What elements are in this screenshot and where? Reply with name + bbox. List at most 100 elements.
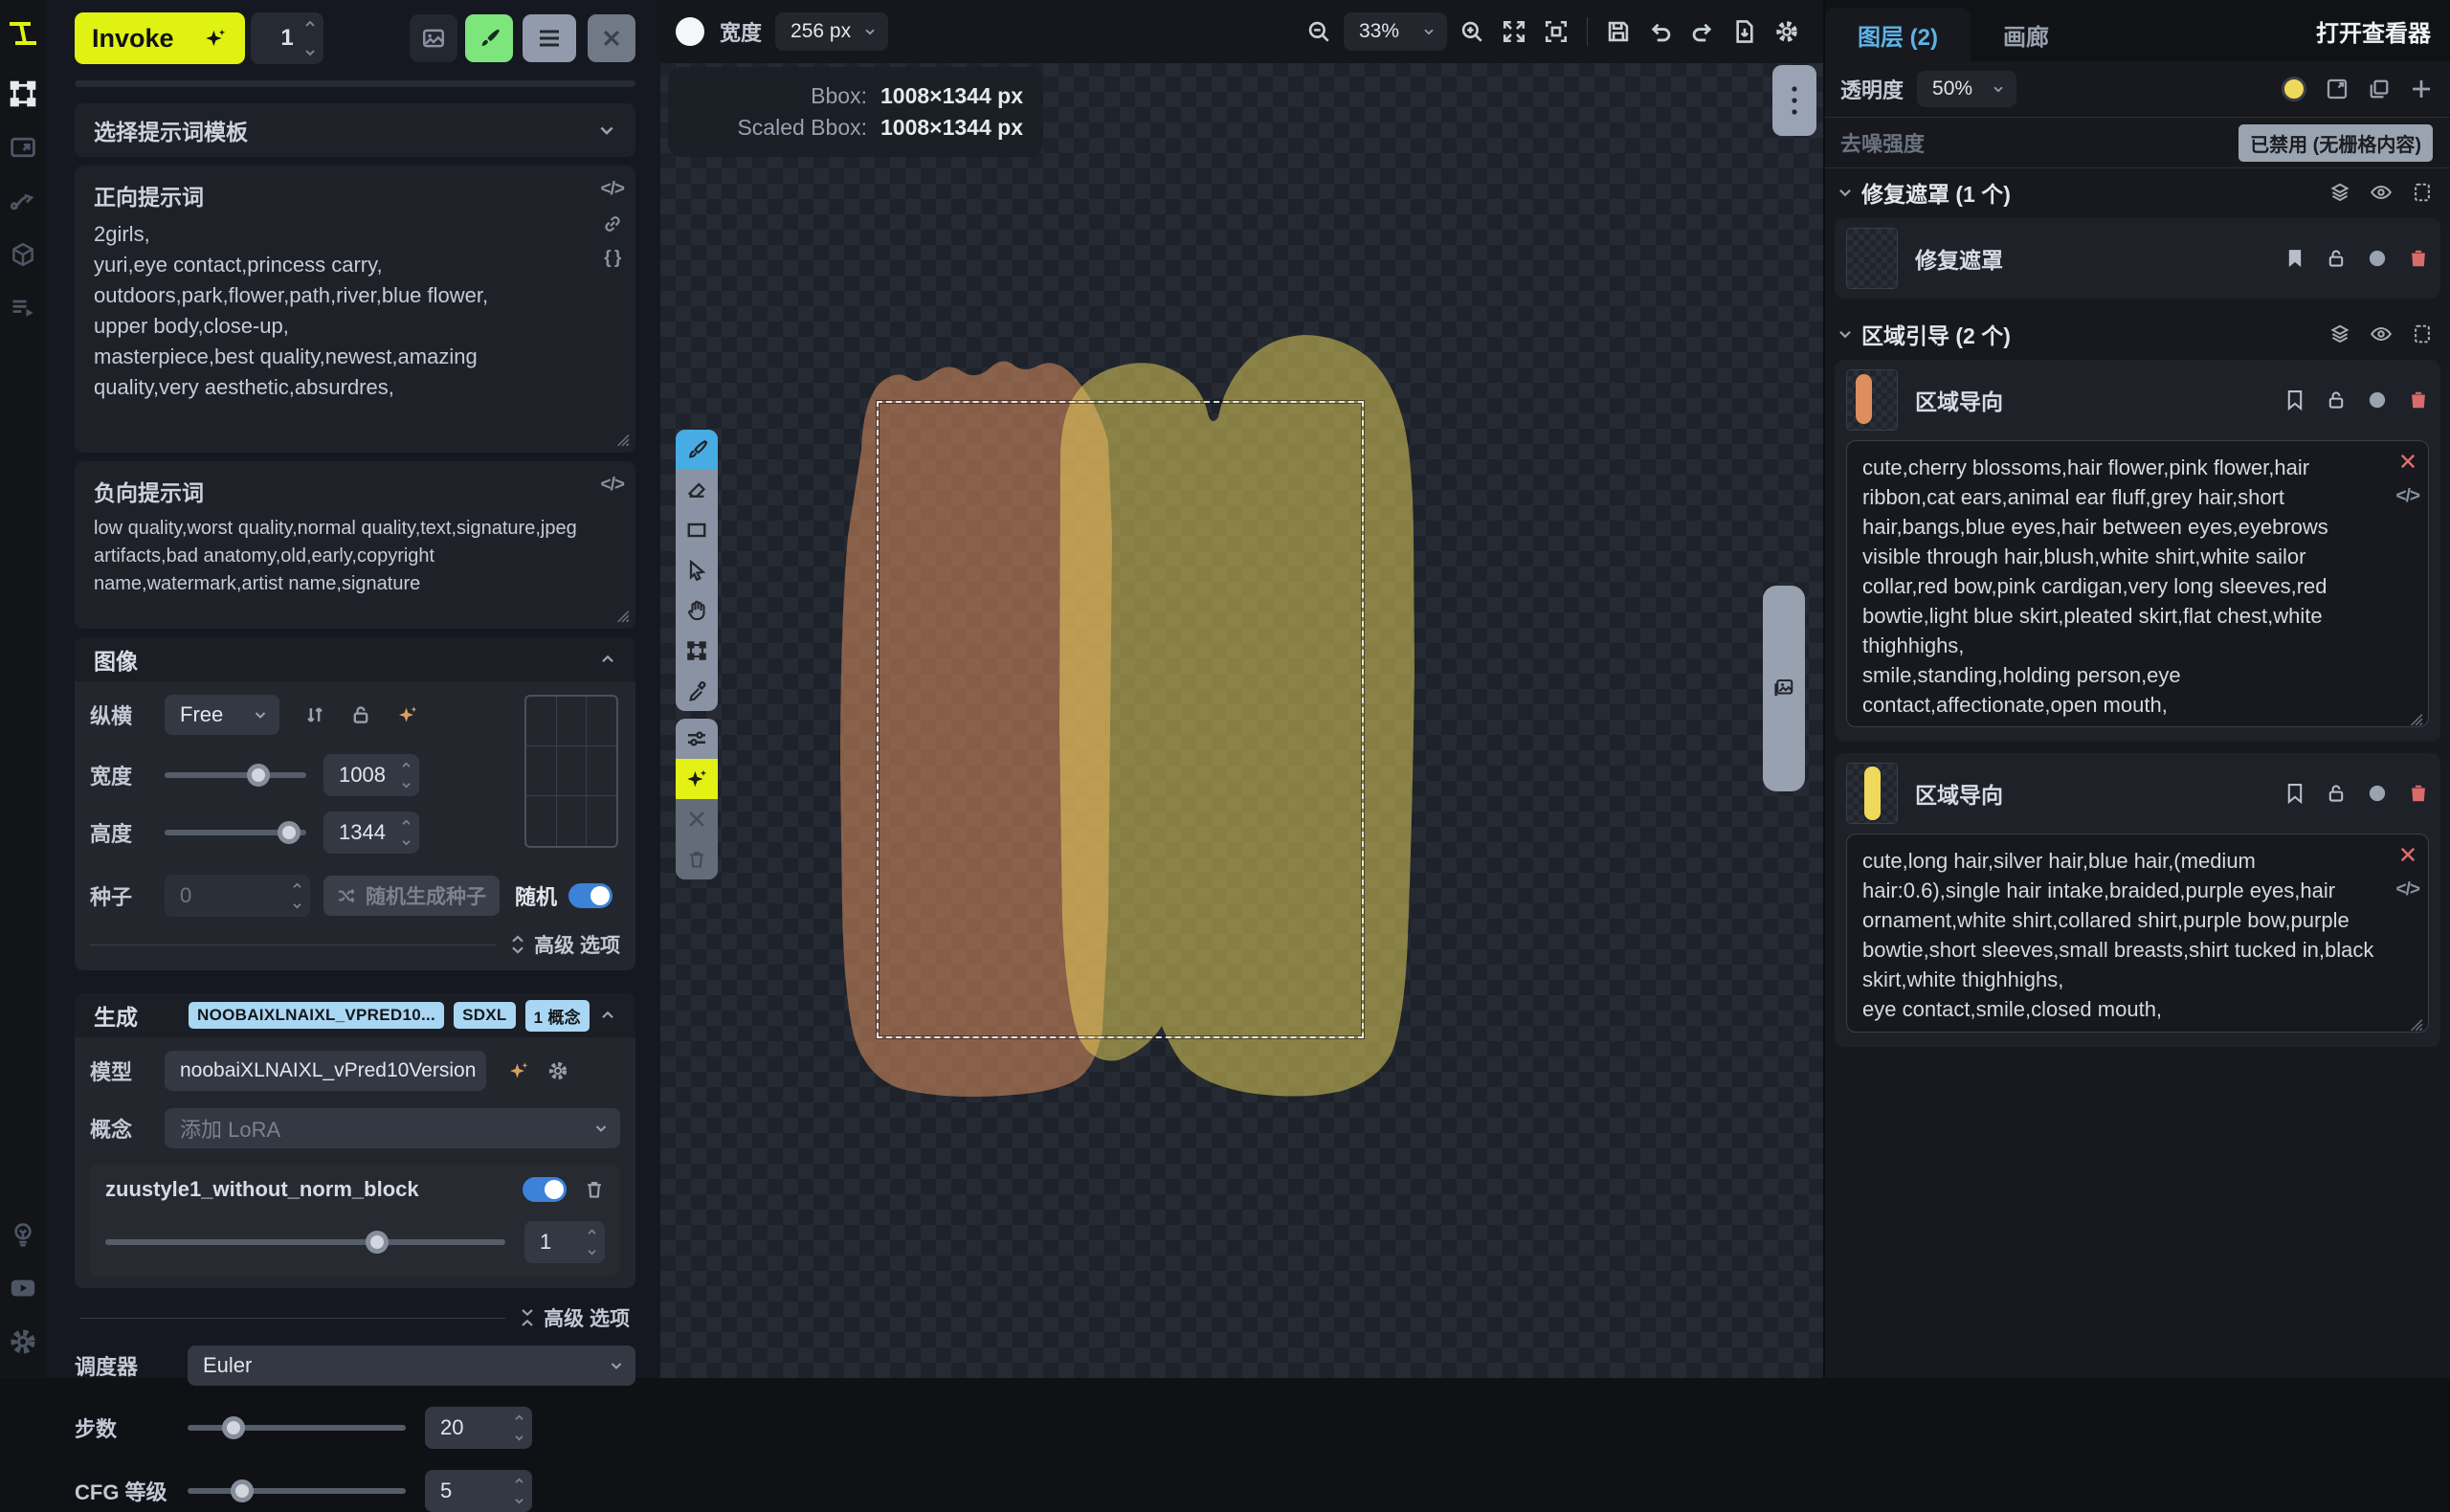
steps-input[interactable]: 20	[425, 1407, 532, 1449]
cfg-slider[interactable]	[188, 1488, 406, 1494]
crop-to-bbox-icon[interactable]	[2412, 323, 2433, 345]
view-embeddings-icon[interactable]: </>	[601, 475, 624, 496]
height-stepper-arrows[interactable]	[401, 819, 412, 846]
region-prompt-input[interactable]: cute,long hair,silver hair,blue hair,(me…	[1846, 834, 2429, 1033]
optimize-size-sparkle-icon[interactable]	[396, 703, 419, 726]
gallery-mode-button[interactable]	[410, 14, 457, 62]
link-prompts-icon[interactable]	[602, 213, 623, 234]
model-settings-gear-icon[interactable]	[547, 1060, 568, 1081]
select-tool-button[interactable]	[676, 550, 718, 590]
width-stepper-arrows[interactable]	[401, 762, 412, 789]
height-input[interactable]: 1344	[323, 812, 419, 854]
remove-prompt-x-icon[interactable]	[2398, 452, 2417, 471]
undo-icon[interactable]	[1639, 11, 1682, 53]
fit-bbox-icon[interactable]	[1535, 11, 1577, 53]
layer-color-swatch[interactable]	[2282, 77, 2306, 101]
tab-layers[interactable]: 图层 (2)	[1825, 8, 1971, 61]
cfg-input[interactable]: 5	[425, 1470, 532, 1512]
eraser-tool-button[interactable]	[676, 470, 718, 510]
lock-open-icon[interactable]	[2326, 783, 2347, 804]
queue-count-stepper[interactable]: 1	[251, 12, 323, 64]
canvas-brush-mode-button[interactable]	[465, 14, 513, 62]
lora-trash-icon[interactable]	[584, 1179, 605, 1200]
canvas-context-menu-button[interactable]	[1772, 65, 1816, 136]
seed-input[interactable]	[165, 875, 310, 917]
bookmark-icon[interactable]	[2285, 783, 2305, 804]
opacity-select[interactable]: 50%	[1917, 71, 2016, 107]
visibility-eye-icon[interactable]	[2370, 322, 2393, 345]
add-layer-plus-icon[interactable]	[2410, 78, 2433, 100]
save-to-gallery-icon[interactable]	[1724, 11, 1766, 53]
canvas-stage[interactable]: 宽度 256 px 33%	[660, 0, 1823, 1378]
visibility-eye-icon[interactable]	[2370, 181, 2393, 204]
advanced-options-label[interactable]: 高级 选项	[534, 930, 620, 959]
delete-layer-trash-icon[interactable]	[2408, 389, 2429, 411]
settings-gear-icon[interactable]	[0, 1315, 46, 1368]
lock-open-icon[interactable]	[350, 704, 371, 725]
regional-guidance-section-header[interactable]: 区域引导 (2 个)	[1825, 310, 2450, 358]
color-dot-icon[interactable]	[2368, 390, 2387, 410]
eyedropper-tool-button[interactable]	[676, 671, 718, 711]
random-seed-button[interactable]: 随机生成种子	[323, 876, 500, 916]
nav-models-icon[interactable]	[0, 228, 46, 281]
gallery-pull-tab[interactable]	[1763, 586, 1805, 791]
width-input[interactable]: 1008	[323, 754, 419, 796]
merge-layers-icon[interactable]	[2329, 182, 2350, 203]
resize-handle[interactable]	[612, 430, 630, 447]
advanced-options-label[interactable]: 高级 选项	[544, 1303, 630, 1332]
brush-width-select[interactable]: 256 px	[775, 12, 888, 51]
positive-prompt-input[interactable]: 2girls, yuri,eye contact,princess carry,…	[94, 219, 586, 434]
nav-canvas-icon[interactable]	[0, 67, 46, 121]
color-dot-icon[interactable]	[2368, 784, 2387, 803]
tab-gallery[interactable]: 画廊	[1971, 8, 2082, 61]
image-section-header[interactable]: 图像	[75, 637, 635, 681]
invoke-button[interactable]: Invoke	[75, 12, 245, 64]
view-embeddings-icon[interactable]: </>	[601, 179, 624, 200]
region-prompt-input[interactable]: cute,cherry blossoms,hair flower,pink fl…	[1846, 440, 2429, 727]
lock-open-icon[interactable]	[2326, 248, 2347, 269]
add-lora-select[interactable]: 添加 LoRA	[165, 1108, 620, 1148]
pan-hand-tool-button[interactable]	[676, 590, 718, 631]
regional-guidance-layer-card[interactable]: 区域导向 cute,long hair,silver hair,blue hai…	[1835, 753, 2440, 1047]
delete-layer-trash-icon[interactable]	[2408, 248, 2429, 269]
lora-weight-slider[interactable]	[105, 1239, 505, 1245]
region-thumbnail[interactable]	[1846, 763, 1898, 824]
model-sparkle-icon[interactable]	[507, 1059, 530, 1082]
random-seed-toggle[interactable]	[568, 883, 612, 908]
prompt-template-selector[interactable]: 选择提示词模板	[75, 103, 635, 157]
nav-queue-icon[interactable]	[0, 281, 46, 335]
nav-upscale-icon[interactable]	[0, 121, 46, 174]
bookmark-icon[interactable]	[2285, 248, 2305, 269]
transform-tool-button[interactable]	[676, 631, 718, 671]
braces-template-icon[interactable]: { }	[604, 248, 620, 269]
cancel-tool-button[interactable]	[676, 799, 718, 839]
ai-sparkle-tool-button[interactable]	[676, 759, 718, 799]
merge-layers-icon[interactable]	[2329, 323, 2350, 345]
redo-icon[interactable]	[1682, 11, 1724, 53]
close-icon[interactable]	[588, 14, 635, 62]
video-tutorials-icon[interactable]	[0, 1261, 46, 1315]
generation-section-header[interactable]: 生成 NOOBAIXLNAIXL_VPRED10... SDXL 1 概念	[75, 993, 635, 1037]
delete-layer-trash-icon[interactable]	[2408, 783, 2429, 804]
duplicate-layers-icon[interactable]	[2368, 78, 2391, 100]
inpaint-mask-layer-card[interactable]: 修复遮罩	[1835, 218, 2440, 299]
fit-layer-icon[interactable]	[2326, 78, 2349, 100]
resize-handle[interactable]	[2406, 709, 2423, 726]
steps-slider[interactable]	[188, 1425, 406, 1431]
delete-tool-button[interactable]	[676, 839, 718, 879]
support-lightbulb-icon[interactable]	[0, 1208, 46, 1261]
nav-workflows-icon[interactable]	[0, 174, 46, 228]
view-embeddings-icon[interactable]: </>	[2396, 486, 2419, 507]
bookmark-icon[interactable]	[2285, 389, 2305, 411]
zoom-out-icon[interactable]	[1298, 11, 1340, 53]
negative-prompt-input[interactable]: low quality,worst quality,normal quality…	[94, 515, 586, 611]
height-slider[interactable]	[165, 830, 306, 835]
rectangle-tool-button[interactable]	[676, 510, 718, 550]
width-slider[interactable]	[165, 772, 306, 778]
region-thumbnail[interactable]	[1846, 369, 1898, 431]
lora-enabled-toggle[interactable]	[523, 1177, 567, 1202]
menu-hamburger-button[interactable]	[523, 14, 576, 62]
view-embeddings-icon[interactable]: </>	[2396, 879, 2419, 901]
swap-dimensions-icon[interactable]	[304, 704, 325, 725]
resize-handle[interactable]	[2406, 1014, 2423, 1032]
